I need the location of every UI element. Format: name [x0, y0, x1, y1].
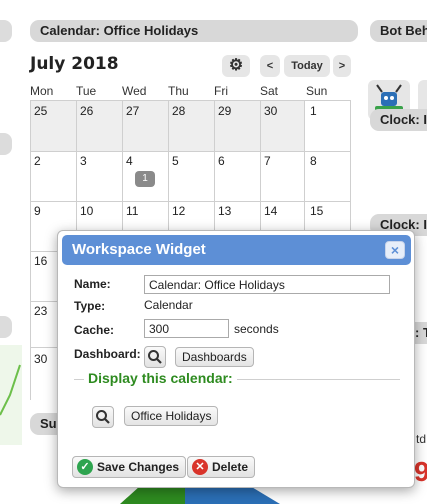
calendar-day[interactable]: 15 [310, 204, 323, 218]
dashboards-button[interactable]: Dashboards [175, 347, 254, 367]
gear-icon: ⚙ [228, 57, 244, 74]
calendar-day[interactable]: 14 [264, 204, 277, 218]
search-icon [148, 350, 162, 364]
calendar-day[interactable]: 27 [126, 104, 139, 118]
calendar-day[interactable]: 11 [126, 204, 138, 218]
delete-x-icon: ✕ [192, 459, 208, 475]
name-label: Name: [74, 277, 111, 291]
calendar-select-button[interactable]: Office Holidays [124, 406, 219, 426]
right-partial-number: 9 [414, 456, 427, 487]
dashboard-search-button[interactable] [144, 346, 166, 368]
grid-line [122, 100, 123, 240]
calendar-day[interactable]: 7 [264, 154, 271, 168]
month-label: July 2018 [30, 54, 119, 74]
grid-line [168, 100, 169, 240]
calendar-day[interactable]: 4 [126, 154, 133, 168]
grid-line [30, 201, 350, 202]
cache-input[interactable] [144, 319, 229, 338]
bot-panel-title: Bot Beh [370, 20, 427, 42]
dialog-title: Workspace Widget [72, 241, 206, 258]
calendar-panel-title: Calendar: Office Holidays [30, 20, 358, 42]
display-calendar-legend: Display this calendar: [84, 370, 237, 386]
grid-line [30, 100, 350, 101]
display-fieldset [74, 379, 400, 441]
calendar-day[interactable]: 6 [218, 154, 225, 168]
close-icon: × [390, 242, 400, 258]
weekday-header: Mon [30, 84, 54, 98]
grid-line [304, 100, 305, 240]
left-chart-line [0, 364, 21, 416]
calendar-day[interactable]: 12 [172, 204, 185, 218]
checkmark-icon: ✓ [77, 459, 93, 475]
calendar-day[interactable]: 30 [264, 104, 277, 118]
weekday-header: Thu [168, 84, 189, 98]
grid-line [76, 100, 77, 240]
workspace-widget-dialog: Workspace Widget × Name: Type: Calendar … [57, 230, 415, 488]
dialog-titlebar[interactable]: Workspace Widget × [62, 235, 411, 265]
calendar-day[interactable]: 26 [80, 104, 93, 118]
weekday-header: Sun [306, 84, 328, 98]
left-panel-header-2 [0, 133, 12, 155]
calendar-day[interactable]: 13 [218, 204, 231, 218]
weekday-header: Sat [260, 84, 279, 98]
type-label: Type: [74, 299, 106, 313]
prev-month-button[interactable]: < [260, 55, 280, 77]
calendar-day[interactable]: 25 [34, 104, 47, 118]
clock-panel-title-1: Clock: I [370, 109, 427, 131]
cache-label: Cache: [74, 323, 115, 337]
save-changes-button[interactable]: ✓ Save Changes [72, 456, 187, 478]
grid-line [30, 151, 350, 152]
right-partial-label: td [416, 432, 427, 446]
save-changes-label: Save Changes [97, 460, 180, 474]
grid-line [214, 100, 215, 240]
left-panel-header-1 [0, 20, 12, 42]
grid-line [350, 100, 351, 240]
name-input[interactable] [144, 275, 390, 294]
type-value: Calendar [144, 298, 193, 312]
next-month-button[interactable]: > [333, 55, 351, 77]
search-icon [96, 410, 110, 424]
event-count-badge[interactable]: 1 [135, 171, 155, 187]
calendar-day[interactable]: 30 [34, 352, 47, 366]
calendar-day[interactable]: 28 [172, 104, 185, 118]
dashboard-label: Dashboard: [74, 347, 141, 361]
grid-line [30, 100, 31, 400]
calendar-day[interactable]: 5 [172, 154, 179, 168]
weekday-header: Wed [122, 84, 147, 98]
left-panel-header-3 [0, 316, 12, 338]
weekday-header: Fri [214, 84, 228, 98]
calendar-day[interactable]: 2 [34, 154, 41, 168]
delete-button[interactable]: ✕ Delete [187, 456, 256, 478]
weekday-header: Tue [76, 84, 97, 98]
delete-label: Delete [212, 460, 249, 474]
calendar-search-button[interactable] [92, 406, 114, 428]
cache-unit: seconds [234, 322, 279, 336]
calendar-day[interactable]: 9 [34, 204, 41, 218]
calendar-day[interactable]: 3 [80, 154, 87, 168]
grid-line [260, 100, 261, 240]
settings-button[interactable]: ⚙ [222, 55, 250, 77]
calendar-day[interactable]: 1 [310, 104, 317, 118]
close-button[interactable]: × [385, 241, 405, 259]
calendar-day[interactable]: 23 [34, 304, 47, 318]
calendar-day[interactable]: 8 [310, 154, 317, 168]
today-button[interactable]: Today [284, 55, 330, 77]
bottom-chart-shape [120, 486, 280, 504]
calendar-day[interactable]: 29 [218, 104, 231, 118]
calendar-day[interactable]: 10 [80, 204, 93, 218]
calendar-day[interactable]: 16 [34, 254, 47, 268]
